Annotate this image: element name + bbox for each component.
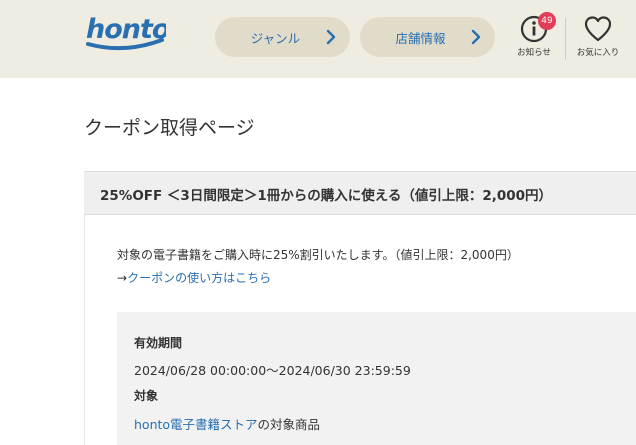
notifications-button[interactable]: 49 お知らせ xyxy=(512,12,556,64)
validity-period-label: 有効期間 xyxy=(134,336,183,350)
heart-icon xyxy=(584,16,612,42)
genre-menu-button[interactable]: ジャンル xyxy=(215,17,350,57)
validity-period-value: 2024/06/28 00:00:00～2024/06/30 23:59:59 xyxy=(134,363,411,378)
arrow-icon: → xyxy=(117,271,128,285)
header-divider xyxy=(565,18,566,60)
honto-logo[interactable]: honto xyxy=(84,10,166,56)
coupon-body: 対象の電子書籍をご購入時に25%割引いたします。（値引上限：2,000円） →ク… xyxy=(84,215,636,445)
notification-count-badge: 49 xyxy=(538,12,556,30)
coupon-header: 25%OFF ＜3日間限定＞1冊からの購入に使える（値引上限：2,000円） xyxy=(84,171,636,215)
chevron-right-icon xyxy=(471,29,481,45)
favorites-label: お気に入り xyxy=(576,48,620,58)
coupon-howto-link[interactable]: →クーポンの使い方はこちら xyxy=(117,269,271,286)
logo-wordmark: honto xyxy=(86,14,166,45)
coupon-title: 25%OFF ＜3日間限定＞1冊からの購入に使える（値引上限：2,000円） xyxy=(100,188,553,204)
favorites-button[interactable]: お気に入り xyxy=(573,14,623,64)
page-title: クーポン取得ページ xyxy=(84,117,255,139)
store-info-menu-button[interactable]: 店舗情報 xyxy=(360,17,495,57)
coupon-howto-link-text: クーポンの使い方はこちら xyxy=(127,271,272,285)
coupon-info-box: 有効期間 2024/06/28 00:00:00～2024/06/30 23:5… xyxy=(117,312,636,445)
coupon-description: 対象の電子書籍をご購入時に25%割引いたします。（値引上限：2,000円） xyxy=(117,248,519,262)
target-label: 対象 xyxy=(134,389,159,403)
target-value: honto電子書籍ストアの対象商品 xyxy=(134,414,320,433)
target-suffix: の対象商品 xyxy=(257,417,321,432)
notifications-label: お知らせ xyxy=(517,48,551,58)
ebook-store-link[interactable]: honto電子書籍ストア xyxy=(134,417,258,432)
site-header: honto ジャンル 店舗情報 49 お知らせ お気に入り xyxy=(0,0,636,78)
chevron-right-icon xyxy=(326,29,336,45)
